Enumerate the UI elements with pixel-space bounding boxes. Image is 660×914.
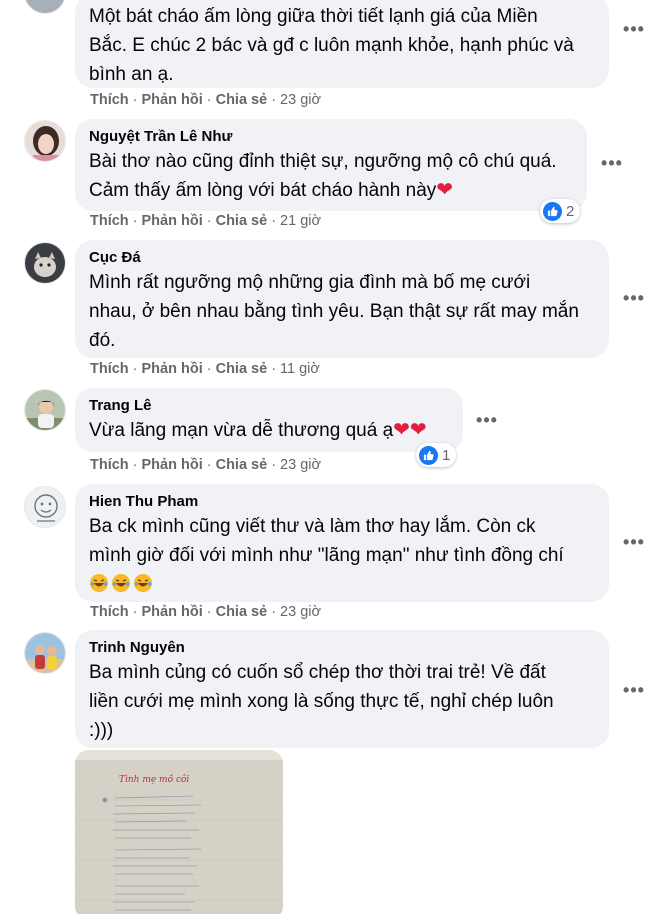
- share-link[interactable]: Chia sẻ: [216, 457, 268, 473]
- share-link[interactable]: Chia sẻ: [216, 604, 268, 620]
- more-options-icon[interactable]: •••: [598, 153, 626, 173]
- comment-photo[interactable]: Tình mẹ mồ côi: [75, 750, 283, 914]
- separator: ·: [271, 604, 277, 620]
- comment-text-line: mình giờ đối với mình như "lãng mạn" như…: [89, 545, 564, 566]
- like-thumb-icon: [419, 445, 438, 465]
- timestamp[interactable]: 23 giờ: [280, 457, 321, 473]
- like-link[interactable]: Thích: [90, 92, 129, 108]
- more-options-icon[interactable]: •••: [473, 410, 501, 430]
- comment-text-line: :))): [89, 720, 114, 741]
- share-link[interactable]: Chia sẻ: [216, 92, 268, 108]
- comment-text-line: Bài thơ nào cũng đỉnh thiệt sự, ngưỡng m…: [89, 151, 557, 172]
- like-link[interactable]: Thích: [90, 457, 129, 473]
- comment-bubble: Cục Đá Mình rất ngưỡng mộ những gia đình…: [75, 240, 609, 358]
- comment-text-line: đó.: [89, 330, 116, 351]
- timestamp[interactable]: 23 giờ: [280, 604, 321, 620]
- timestamp[interactable]: 23 giờ: [280, 92, 321, 108]
- avatar[interactable]: [24, 120, 66, 162]
- more-options-icon[interactable]: •••: [620, 19, 648, 39]
- laughing-emoji-icon: [90, 574, 108, 592]
- separator: ·: [132, 213, 138, 229]
- comment-author[interactable]: Hien Thu Pham: [89, 492, 595, 512]
- comment-text-line: bình an ạ.: [89, 64, 174, 85]
- reaction-summary[interactable]: 2: [540, 199, 581, 223]
- share-link[interactable]: Chia sẻ: [216, 213, 268, 229]
- comment-text-line: Ba mình củng có cuốn sổ chép thơ thời tr…: [89, 662, 546, 683]
- comment-actions: Thích · Phản hồi · Chia sẻ · 21 giờ: [90, 212, 321, 230]
- comment-actions: Thích · Phản hồi · Chia sẻ · 11 giờ: [90, 360, 320, 378]
- heart-emoji-icon: ❤: [436, 179, 454, 201]
- comment-text-line: liền cưới mẹ mình xong là sống thực tế, …: [89, 691, 554, 712]
- heart-emoji-icon: ❤: [393, 419, 410, 441]
- comment-actions: Thích · Phản hồi · Chia sẻ · 23 giờ: [90, 456, 321, 474]
- avatar-image: [25, 487, 65, 527]
- avatar[interactable]: [24, 0, 66, 14]
- heart-emoji-icon: ❤: [409, 419, 427, 441]
- separator: ·: [271, 213, 277, 229]
- like-thumb-icon: [543, 201, 562, 221]
- reply-link[interactable]: Phản hồi: [142, 604, 203, 620]
- comment-bubble: Trang Lê Vừa lãng mạn vừa dễ thương quá …: [75, 388, 463, 452]
- laughing-emoji-icon: [112, 574, 130, 592]
- separator: ·: [206, 213, 212, 229]
- reply-link[interactable]: Phản hồi: [142, 213, 203, 229]
- avatar[interactable]: [24, 486, 66, 528]
- emoji-row: [89, 570, 595, 599]
- reply-link[interactable]: Phản hồi: [142, 92, 203, 108]
- avatar[interactable]: [24, 242, 66, 284]
- separator: ·: [271, 457, 277, 473]
- separator: ·: [271, 361, 277, 377]
- comment-text-line: Bắc. E chúc 2 bác và gđ c luôn mạnh khỏe…: [89, 35, 574, 56]
- comment-text-line: Một bát cháo ấm lòng giữa thời tiết lạnh…: [89, 6, 538, 27]
- more-options-icon[interactable]: •••: [620, 532, 648, 552]
- avatar-image: [25, 243, 65, 283]
- timestamp[interactable]: 11 giờ: [280, 361, 320, 377]
- more-options-icon[interactable]: •••: [620, 288, 648, 308]
- comment-text-line: Ba ck mình cũng viết thư và làm thơ hay …: [89, 516, 536, 537]
- avatar[interactable]: [24, 389, 66, 431]
- comment-bubble: Nguyệt Trần Lê Như Bài thơ nào cũng đỉnh…: [75, 119, 587, 211]
- comment-actions: Thích · Phản hồi · Chia sẻ · 23 giờ: [90, 603, 321, 621]
- like-link[interactable]: Thích: [90, 213, 129, 229]
- comment-bubble: Trinh Nguyên Ba mình củng có cuốn sổ ché…: [75, 630, 609, 748]
- reaction-count: 1: [442, 446, 451, 464]
- avatar-image: [25, 390, 65, 430]
- like-link[interactable]: Thích: [90, 361, 129, 377]
- avatar-image: [25, 121, 65, 161]
- like-link[interactable]: Thích: [90, 604, 129, 620]
- timestamp[interactable]: 21 giờ: [280, 213, 321, 229]
- separator: ·: [206, 361, 212, 377]
- separator: ·: [206, 457, 212, 473]
- reaction-summary[interactable]: 1: [416, 443, 457, 467]
- separator: ·: [132, 604, 138, 620]
- comment-author[interactable]: Nguyệt Trần Lê Như: [89, 127, 573, 147]
- laughing-emoji-icon: [134, 574, 152, 592]
- share-link[interactable]: Chia sẻ: [216, 361, 268, 377]
- comment-text-line: nhau, ở bên nhau bằng tình yêu. Bạn thật…: [89, 301, 579, 322]
- reply-link[interactable]: Phản hồi: [142, 361, 203, 377]
- separator: ·: [271, 92, 277, 108]
- separator: ·: [206, 92, 212, 108]
- comment-author[interactable]: Cục Đá: [89, 248, 595, 268]
- avatar[interactable]: [24, 632, 66, 674]
- avatar-image: [25, 633, 65, 673]
- comment-author[interactable]: Trinh Nguyên: [89, 638, 595, 658]
- separator: ·: [206, 604, 212, 620]
- separator: ·: [132, 92, 138, 108]
- more-options-icon[interactable]: •••: [620, 680, 648, 700]
- comment-author[interactable]: Trang Lê: [89, 396, 449, 416]
- reaction-count: 2: [566, 202, 575, 220]
- reply-link[interactable]: Phản hồi: [142, 457, 203, 473]
- comment-text-line: Vừa lãng mạn vừa dễ thương quá ạ❤❤: [89, 419, 427, 441]
- separator: ·: [132, 361, 138, 377]
- comment-actions: Thích · Phản hồi · Chia sẻ · 23 giờ: [90, 91, 321, 109]
- comment-text-line: Cảm thấy ấm lòng với bát cháo hành này❤: [89, 179, 454, 201]
- comment-text-line: Mình rất ngưỡng mộ những gia đình mà bố …: [89, 272, 531, 293]
- separator: ·: [132, 457, 138, 473]
- comment-bubble: Một bát cháo ấm lòng giữa thời tiết lạnh…: [75, 0, 609, 88]
- comment-bubble: Hien Thu Pham Ba ck mình cũng viết thư v…: [75, 484, 609, 602]
- photo-handwritten-title: Tình mẹ mồ côi: [119, 775, 190, 785]
